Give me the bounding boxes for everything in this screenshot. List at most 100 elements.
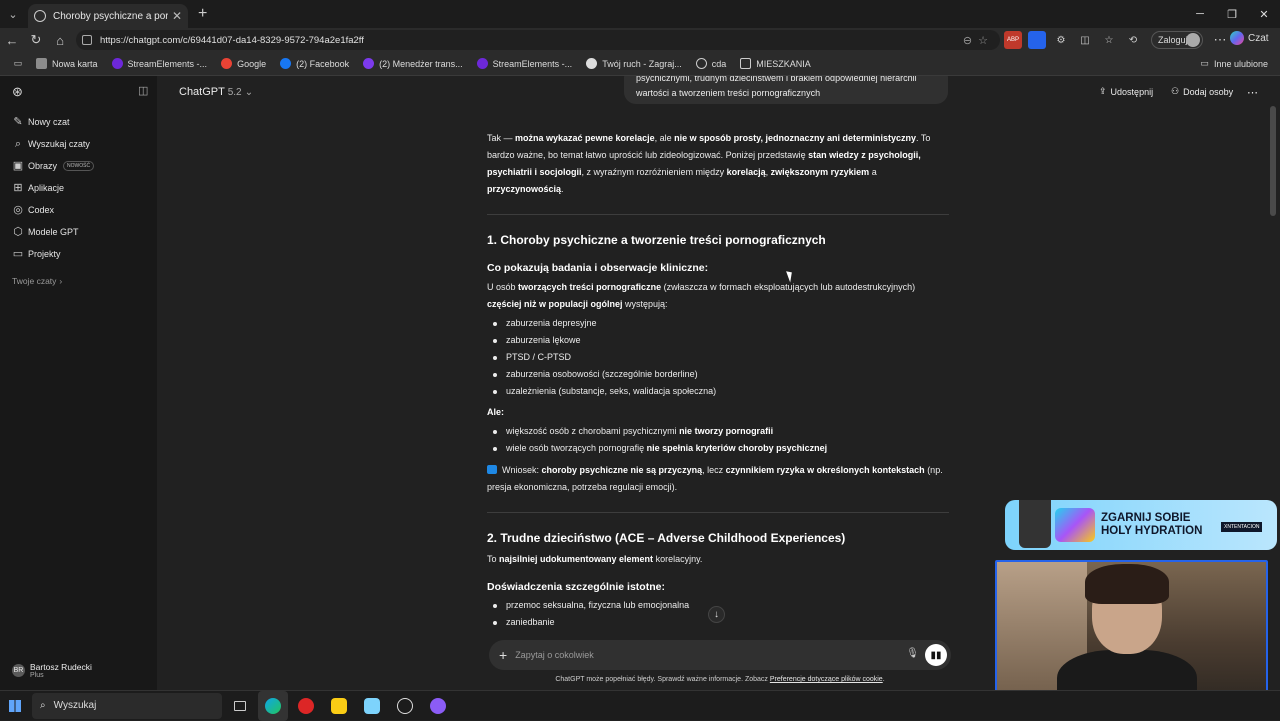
divider [487, 512, 949, 513]
windows-taskbar: ⌕ Wyszukaj [0, 690, 1280, 721]
sidebar: ⊛ ◫ ✎ Nowy czat ⌕ Wyszukaj czaty ▣ Obrazy NO… [0, 76, 157, 690]
list-item: wiele osób tworzących pornografię nie sp… [492, 440, 827, 457]
bookmarks-bar: ▭ Nowa karta StreamElements -... Google … [0, 52, 1280, 76]
bookmark-item[interactable]: Twój ruch - Zagraj... [586, 58, 682, 69]
bookmark-item[interactable]: StreamElements -... [476, 58, 572, 69]
profile-avatar-icon [1186, 33, 1200, 47]
minimize-icon[interactable]: ─ [1184, 0, 1216, 28]
history-icon[interactable]: ⟲ [1124, 31, 1142, 49]
add-attachment-icon[interactable]: + [499, 647, 507, 663]
user-message-bubble: psychicznymi, trudnym dzieciństwem i bra… [624, 76, 948, 104]
microphone-icon[interactable]: 🎙 [906, 648, 919, 659]
close-tab-icon[interactable]: ✕ [172, 9, 182, 23]
sidebar-item-apps[interactable]: ⊞ Aplikacje [12, 182, 64, 194]
folder-icon: ▭ [12, 248, 24, 260]
model-selector[interactable]: ChatGPT 5.2 ⌄ [179, 86, 253, 98]
search-icon: ⌕ [14, 138, 22, 150]
more-menu-icon[interactable]: ⋯ [1208, 32, 1232, 48]
more-options-icon[interactable]: ⋯ [1247, 86, 1258, 99]
sidebar-item-gpts[interactable]: ⬡ Modele GPT [12, 226, 78, 238]
share-button[interactable]: ⇪ Udostępnij [1099, 86, 1153, 97]
copilot-button[interactable]: Czat [1230, 31, 1269, 45]
chatgpt-favicon-icon [34, 10, 46, 22]
app-icon[interactable] [357, 691, 387, 721]
app-icon[interactable] [423, 691, 453, 721]
folder-icon: ▭ [1200, 58, 1209, 68]
adblock-icon[interactable]: ABP [1004, 31, 1022, 49]
user-account[interactable]: BR Bartosz Rudecki Plus [12, 662, 92, 679]
bookmark-folder-icon[interactable]: ▭ [0, 58, 36, 69]
split-screen-icon[interactable]: ◫ [1076, 31, 1094, 49]
cookie-preferences-link[interactable]: Preferencje dotyczące plików cookie [770, 676, 883, 683]
tab-list-dropdown-icon[interactable]: ⌄ [0, 0, 26, 28]
task-view-icon[interactable] [225, 691, 255, 721]
sidebar-item-codex[interactable]: ◎ Codex [12, 204, 54, 216]
window-controls: ─ ❐ ✕ [1184, 0, 1280, 28]
close-window-icon[interactable]: ✕ [1248, 0, 1280, 28]
share-icon: ⇪ [1099, 86, 1107, 96]
sidebar-toggle-icon[interactable]: ◫ [138, 84, 148, 97]
site-info-icon[interactable] [82, 35, 92, 45]
list-item: PTSD / C-PTSD [492, 349, 571, 366]
avatar: BR [12, 664, 25, 677]
list-item: większość osób z chorobami psychicznymi … [492, 423, 773, 440]
twitch-icon [363, 58, 375, 69]
ale-label: Ale: [487, 407, 505, 417]
windows-start-icon[interactable] [0, 691, 30, 721]
bookmark-item[interactable]: Nowa karta [36, 58, 98, 69]
scroll-down-icon[interactable]: ↓ [708, 606, 725, 623]
zoom-favorite-icons[interactable]: ⊖☆ [963, 34, 994, 47]
sidebar-item-new-chat[interactable]: ✎ Nowy czat [12, 116, 69, 128]
bookmark-item[interactable]: Google [221, 58, 266, 69]
copilot-label: Czat [1248, 32, 1269, 44]
openai-logo-icon[interactable]: ⊛ [12, 84, 23, 100]
favorites-icon[interactable]: ☆ [1100, 31, 1118, 49]
list-item: zaburzenia osobowości (szczególnie borde… [493, 366, 698, 383]
extensions-puzzle-icon[interactable]: ⚙ [1052, 31, 1070, 49]
new-tab-icon[interactable]: + [198, 5, 207, 23]
apps-icon: ⊞ [13, 182, 23, 194]
back-icon[interactable]: ← [0, 33, 24, 48]
url-text: https://chatgpt.com/c/69441d07-da14-8329… [100, 34, 364, 46]
sidebar-item-search[interactable]: ⌕ Wyszukaj czaty [12, 138, 90, 150]
sidebar-item-images[interactable]: ▣ Obrazy NOWOŚĆ [12, 160, 95, 172]
restore-icon[interactable]: ❐ [1216, 0, 1248, 28]
bookmark-item[interactable]: (2) Facebook [280, 58, 349, 69]
product-image [1055, 508, 1095, 542]
chess-icon [586, 58, 598, 69]
other-favorites[interactable]: ▭ Inne ulubione [1200, 58, 1268, 69]
file-explorer-icon[interactable] [324, 691, 354, 721]
url-bar[interactable]: https://chatgpt.com/c/69441d07-da14-8329… [76, 30, 1000, 50]
profile-login-button[interactable]: Zaloguj [1151, 31, 1203, 49]
scrollbar[interactable] [1270, 106, 1276, 216]
bookmark-item[interactable]: (2) Menedżer trans... [363, 58, 463, 69]
opera-icon[interactable] [291, 691, 321, 721]
home-icon[interactable]: ⌂ [48, 33, 72, 48]
browser-tab-active[interactable]: Choroby psychiczne a pornografia ✕ [28, 4, 188, 28]
login-label: Zaloguj [1158, 35, 1188, 45]
ad-headline: ZGARNIJ SOBIE HOLY HYDRATION [1101, 512, 1203, 537]
new-badge: NOWOŚĆ [63, 161, 95, 171]
bookmark-item[interactable]: MIESZKANIA [740, 58, 811, 69]
message-composer[interactable]: + Zapytaj o cokolwiek 🎙 ▮▮ [489, 640, 951, 670]
bookmark-item[interactable]: cda [695, 58, 726, 69]
stream-ad-banner: ZGARNIJ SOBIE HOLY HYDRATION XNTENTACION [1005, 500, 1277, 550]
voice-mode-icon[interactable]: ▮▮ [925, 644, 947, 666]
sidebar-item-projects[interactable]: ▭ Projekty [12, 248, 61, 260]
edge-icon[interactable] [258, 690, 288, 721]
gpt-icon: ⬡ [13, 226, 23, 238]
section-heading: 1. Choroby psychiczne a tworzenie treści… [487, 233, 826, 247]
section2-paragraph: To najsilniej udokumentowany element kor… [487, 554, 703, 564]
bookmark-item[interactable]: StreamElements -... [111, 58, 207, 69]
edit-icon: ✎ [13, 116, 23, 128]
add-people-button[interactable]: ⚇ Dodaj osoby [1171, 86, 1233, 97]
your-chats-section[interactable]: Twoje czaty › [12, 276, 62, 286]
extension-icon[interactable] [1028, 31, 1046, 49]
streamelements-icon [476, 58, 488, 69]
chatgpt-app-icon[interactable] [390, 691, 420, 721]
composer-input[interactable]: Zapytaj o cokolwiek [515, 650, 594, 660]
user-plan: Plus [30, 672, 44, 679]
shaker-image [1019, 500, 1051, 548]
taskbar-search[interactable]: ⌕ Wyszukaj [32, 692, 222, 719]
refresh-icon[interactable]: ↻ [24, 32, 48, 48]
